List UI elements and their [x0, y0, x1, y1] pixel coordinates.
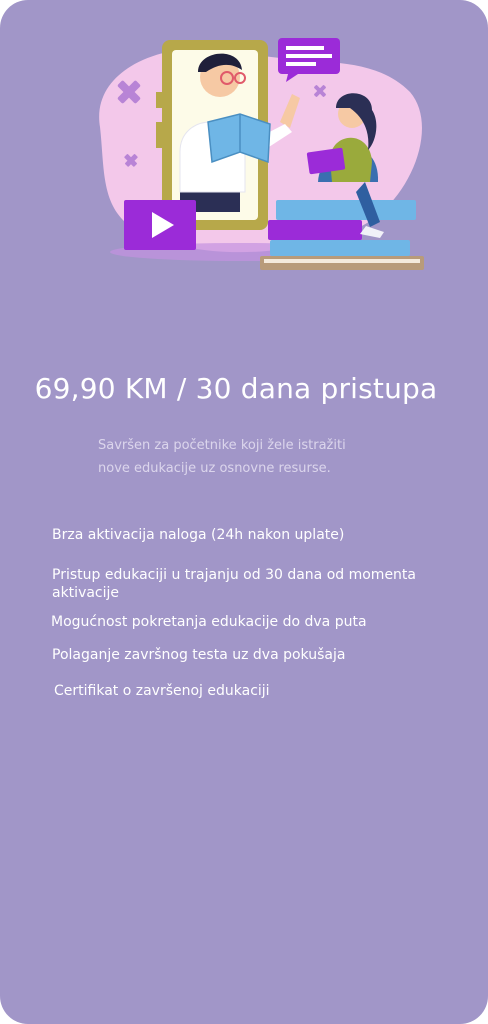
feature-item: Pristup edukaciji u trajanju od 30 dana … — [52, 567, 416, 601]
price-title: 69,90 KM / 30 dana pristupa — [34, 372, 438, 405]
feature-item: Brza aktivacija naloga (24h nakon uplate… — [52, 527, 345, 543]
plan-description-line-2: nove edukacije uz osnovne resurse. — [98, 461, 331, 476]
feature-item: Polaganje završnog testa uz dva pokušaja — [52, 647, 346, 663]
online-learning-illustration — [99, 38, 424, 270]
feature-item: Mogućnost pokretanja edukacije do dva pu… — [51, 614, 367, 630]
plan-description: Savršen za početnike koji žele istražiti… — [98, 434, 388, 480]
feature-item: Certifikat o završenoj edukaciji — [54, 683, 270, 699]
pricing-card[interactable]: 69,90 KM / 30 dana pristupa Savršen za p… — [0, 0, 488, 1024]
plan-description-line-1: Savršen za početnike koji žele istražiti — [98, 438, 346, 453]
